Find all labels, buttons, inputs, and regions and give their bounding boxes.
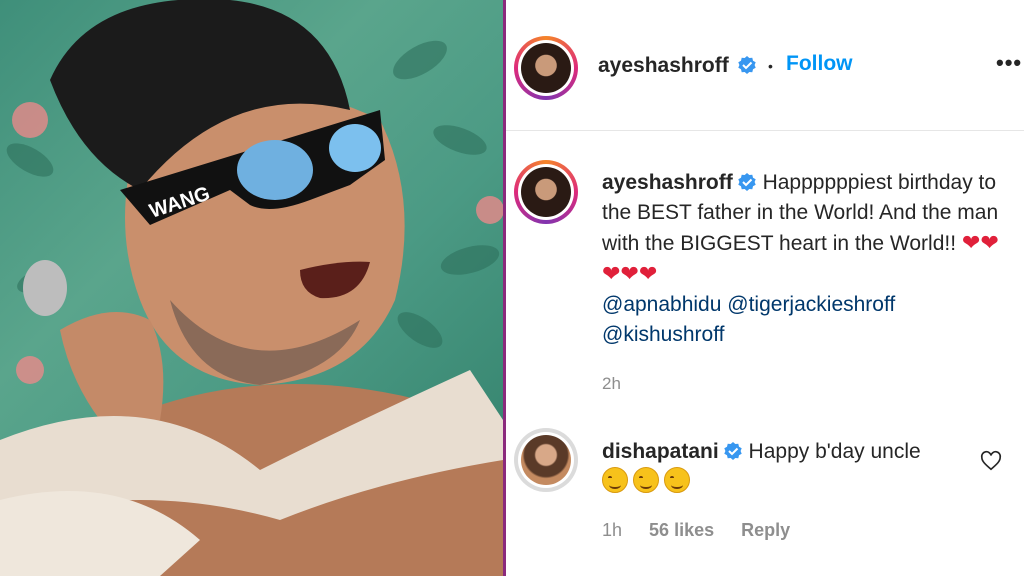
comment-timestamp[interactable]: 1h	[602, 520, 622, 540]
reply-button[interactable]: Reply	[741, 520, 790, 540]
comment-meta: 1h 56 likes Reply	[602, 520, 812, 541]
post-header: ayeshashroff • Follow •••	[506, 0, 1024, 131]
verified-badge-icon	[738, 56, 756, 74]
mention-apnabhidu[interactable]: @apnabhidu	[602, 293, 721, 316]
caption-author-avatar[interactable]	[514, 160, 578, 224]
commenter-avatar[interactable]	[514, 428, 578, 492]
comment-username[interactable]: dishapatani	[602, 440, 719, 463]
caption-username[interactable]: ayeshashroff	[602, 171, 733, 194]
smiling-emoji-icon	[602, 467, 628, 493]
photo-illustration: WANG	[0, 0, 503, 576]
post-details-panel: ayeshashroff • Follow ••• ayeshashroff H…	[506, 0, 1024, 576]
mention-kishushroff[interactable]: @kishushroff	[602, 323, 724, 346]
verified-badge-icon	[724, 442, 742, 460]
follow-button[interactable]: Follow	[786, 52, 853, 76]
comment-text: Happy b'day uncle	[748, 440, 921, 463]
comment-likes[interactable]: 56 likes	[649, 520, 714, 540]
caption-timestamp[interactable]: 2h	[602, 374, 621, 394]
author-username[interactable]: ayeshashroff	[598, 54, 729, 77]
comment: dishapatani Happy b'day uncle	[602, 437, 962, 498]
separator-dot: •	[768, 58, 773, 74]
smiling-emoji-icon	[633, 467, 659, 493]
post-photo: WANG	[0, 0, 503, 576]
mention-tigerjackieshroff[interactable]: @tigerjackieshroff	[727, 293, 895, 316]
more-options-icon[interactable]: •••	[996, 50, 1022, 76]
like-comment-heart-icon[interactable]	[980, 450, 1002, 472]
smiling-emoji-icon	[664, 467, 690, 493]
verified-badge-icon	[738, 173, 756, 191]
post-caption: ayeshashroff Happppppiest birthday to th…	[602, 168, 1002, 350]
author-avatar[interactable]	[514, 36, 578, 100]
